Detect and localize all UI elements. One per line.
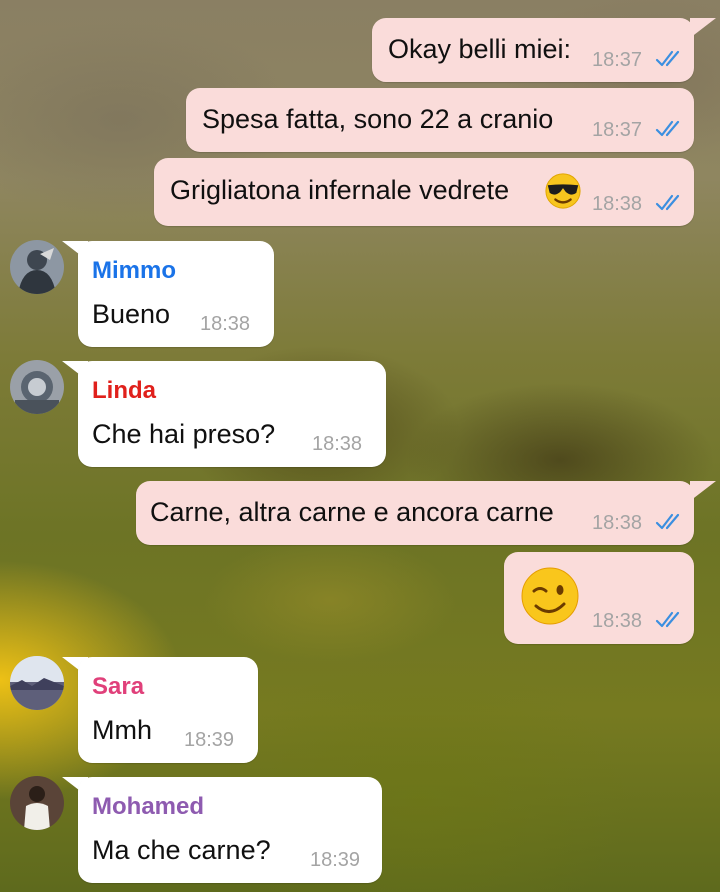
double-check-icon [655,50,680,67]
sender-name: Linda [92,377,156,404]
outgoing-message[interactable]: 18:38 [504,552,694,644]
outgoing-message[interactable]: Okay belli miei: 18:37 [372,18,694,82]
avatar[interactable] [10,776,64,830]
message-text: Mmh [92,715,152,745]
message-text: Carne, altra carne e ancora carne [150,497,554,527]
double-check-icon [655,194,680,211]
message-time: 18:39 [184,729,235,751]
message-text: Grigliatona infernale vedrete [170,175,510,205]
avatar[interactable] [10,240,64,294]
sender-name: Sara [92,673,145,700]
winking-face-emoji [521,567,579,625]
double-check-icon [655,120,680,137]
message-text: Okay belli miei: [388,34,572,64]
outgoing-message[interactable]: Carne, altra carne e ancora carne 18:38 [136,481,694,545]
message-time: 18:38 [312,433,363,455]
sender-name: Mimmo [92,257,176,284]
bubble-tail [690,18,716,38]
sender-name: Mohamed [92,793,205,820]
outgoing-message[interactable]: Grigliatona infernale vedrete 18:38 [154,158,694,226]
avatar[interactable] [10,360,64,414]
outgoing-message[interactable]: Spesa fatta, sono 22 a cranio 18:37 [186,88,694,152]
message-text: Ma che carne? [92,835,271,865]
incoming-message[interactable]: Linda Che hai preso? 18:38 [78,361,386,467]
double-check-icon [655,513,680,530]
avatar[interactable] [10,656,64,710]
message-time: 18:39 [310,849,361,871]
double-check-icon [655,611,680,628]
message-time: 18:38 [592,610,643,632]
incoming-message[interactable]: Sara Mmh 18:39 [78,657,258,763]
message-time: 18:38 [200,313,251,335]
incoming-message[interactable]: Mimmo Bueno 18:38 [78,241,274,347]
message-text: Bueno [92,299,171,329]
incoming-message[interactable]: Mohamed Ma che carne? 18:39 [78,777,382,883]
message-time: 18:37 [592,49,643,71]
message-text: Spesa fatta, sono 22 a cranio [202,104,554,134]
bubble-tail [690,481,716,501]
smiling-face-with-sunglasses-emoji [545,173,581,209]
message-time: 18:37 [592,119,643,141]
message-time: 18:38 [592,193,643,215]
message-text: Che hai preso? [92,419,276,449]
message-time: 18:38 [592,512,643,534]
